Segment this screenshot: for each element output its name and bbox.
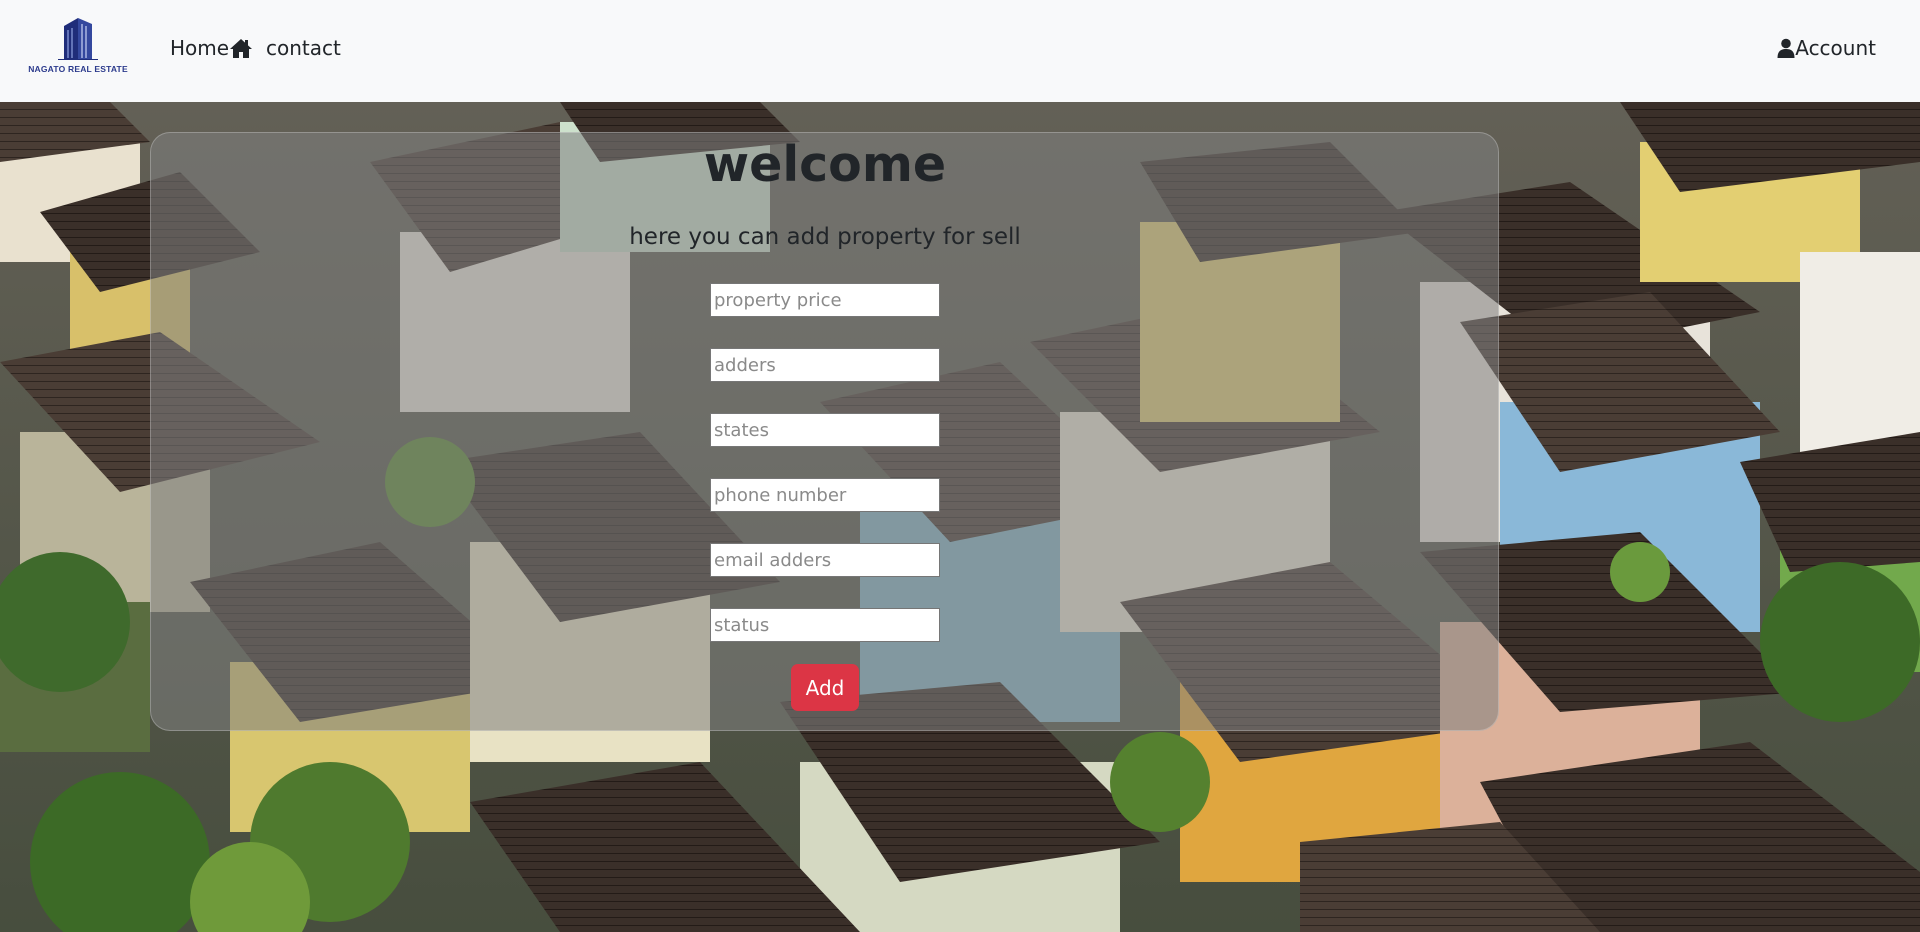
nav-home-link[interactable]: Home [170, 36, 253, 60]
house-icon [230, 39, 253, 58]
address-input[interactable] [710, 348, 940, 382]
brand-name: NAGATO REAL ESTATE [28, 64, 128, 74]
status-input[interactable] [710, 608, 940, 642]
form-title: welcome [703, 136, 947, 193]
nav-home-label: Home [170, 36, 230, 60]
building-logo-icon [58, 18, 98, 60]
email-address-input[interactable] [710, 543, 940, 577]
brand-logo[interactable]: NAGATO REAL ESTATE [18, 16, 138, 74]
add-button[interactable]: Add [791, 664, 859, 711]
phone-number-input[interactable] [710, 478, 940, 512]
states-input[interactable] [710, 413, 940, 447]
nav-account-link[interactable]: Account [1777, 36, 1876, 60]
property-price-input[interactable] [710, 283, 940, 317]
user-icon [1777, 38, 1795, 58]
nav-account-label: Account [1795, 36, 1876, 60]
navbar: NAGATO REAL ESTATE Home contact Account [0, 0, 1920, 102]
nav-contact-link[interactable]: contact [266, 36, 341, 60]
form-subtitle: here you can add property for sell [629, 224, 1021, 250]
